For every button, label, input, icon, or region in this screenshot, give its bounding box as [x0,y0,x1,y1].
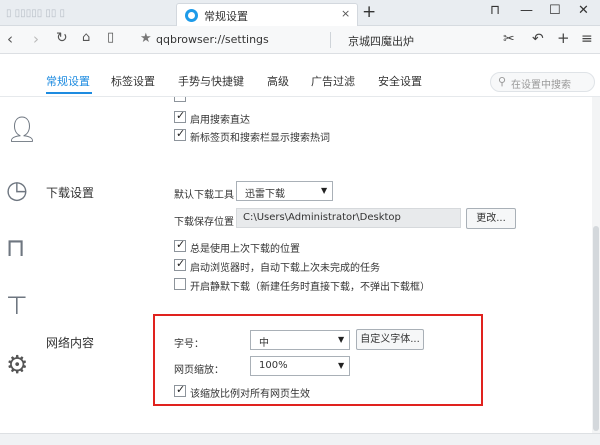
pin-window-icon[interactable]: ⊓ [490,3,500,18]
last-location-label: 总是使用上次下载的位置 [190,244,300,255]
silent-download-label: 开启静默下载（新建任务时直接下载，不弹出下载框） [190,282,430,293]
resume-download-checkbox[interactable] [174,257,186,271]
tab-tabs[interactable]: 标签设置 [111,73,155,89]
user-icon[interactable]: 👤︎ [6,115,38,145]
back-icon[interactable]: ‹ [7,30,13,48]
shopping-bag-icon[interactable]: ⊓ [6,233,26,262]
maximize-button[interactable]: ☐ [549,3,561,18]
tab-adblock[interactable]: 广告过滤 [311,73,355,89]
search-direct-checkbox[interactable] [174,109,186,123]
scrollbar-thumb[interactable] [593,226,599,431]
url-field[interactable]: qqbrowser://settings [156,33,269,46]
tshirt-icon[interactable]: ⊤ [6,291,28,320]
chevron-down-icon: ▼ [321,186,328,195]
settings-search-box[interactable]: ⚲ 在设置中搜索 [490,72,595,92]
home-icon[interactable]: ⌂ [82,30,90,45]
scissors-icon[interactable]: ✂ [503,31,515,47]
default-tool-label: 默认下载工具 [174,190,234,201]
last-location-checkbox[interactable] [174,238,186,252]
active-tab[interactable]: 常规设置 × [176,3,358,27]
reader-icon[interactable]: ▯ [107,30,114,45]
minimize-button[interactable]: — [520,3,533,18]
close-window-button[interactable]: ✕ [578,3,589,18]
refresh-icon[interactable]: ↻ [56,30,68,46]
search-icon: ⚲ [498,75,507,88]
tab-title: 常规设置 [204,10,248,23]
new-tab-button[interactable]: + [362,2,376,22]
download-tool-value: 迅雷下载 [245,189,285,200]
save-location-label: 下载保存位置 [174,217,234,228]
tab-strip: ▯ ▯▯▯▯▯ ▯▯ ▯ 常规设置 × + ⊓ — ☐ ✕ [0,0,600,27]
status-bar [0,433,600,445]
forward-icon[interactable]: › [33,30,39,48]
web-content-section-title: 网络内容 [46,336,95,350]
address-divider [330,32,331,48]
search-suggestion[interactable]: 京城四魔出炉 [348,33,414,49]
tab-close-icon[interactable]: × [341,7,350,20]
save-path-field: C:\Users\Administrator\Desktop [236,208,461,228]
search-direct-label: 启用搜索直达 [190,115,250,126]
silent-download-checkbox[interactable] [174,278,186,290]
resume-download-label: 启动浏览器时，自动下载上次未完成的任务 [190,263,380,274]
change-path-button[interactable]: 更改... [466,208,516,229]
tab-ghost-text: ▯ ▯▯▯▯▯ ▯▯ ▯ [6,8,66,19]
clock-icon[interactable]: ◷ [6,175,28,204]
bookmark-star-icon[interactable]: ★ [140,31,152,46]
menu-icon[interactable]: ≡ [581,31,593,47]
save-path-value: C:\Users\Administrator\Desktop [243,212,401,223]
tab-advanced[interactable]: 高级 [267,73,289,89]
gear-icon[interactable]: ⚙ [6,350,28,379]
active-tab-underline [46,92,92,94]
address-bar: ‹ › ↻ ⌂ ▯ ★ qqbrowser://settings 京城四魔出炉 … [0,26,600,54]
add-icon[interactable]: + [557,29,570,47]
browser-favicon-icon [185,9,198,22]
tab-general[interactable]: 常规设置 [46,73,90,89]
undo-icon[interactable]: ↶ [532,31,544,47]
search-placeholder: 在设置中搜索 [511,80,571,91]
clipped-checkbox[interactable] [174,97,186,102]
highlight-box [153,314,483,406]
download-tool-select[interactable]: 迅雷下载 ▼ [236,181,333,201]
download-section-title: 下载设置 [46,186,95,200]
hot-words-label: 新标签页和搜索栏显示搜索热词 [190,133,330,144]
hot-words-checkbox[interactable] [174,127,186,141]
tab-security[interactable]: 安全设置 [378,73,422,89]
tab-gestures[interactable]: 手势与快捷键 [178,73,244,89]
